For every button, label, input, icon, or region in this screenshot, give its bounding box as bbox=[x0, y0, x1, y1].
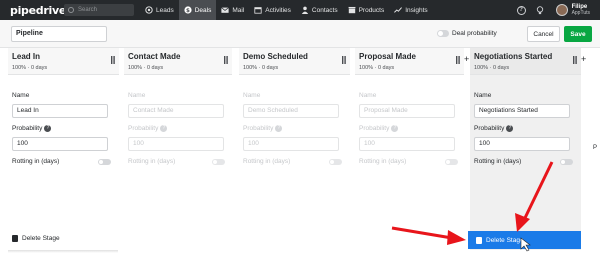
cursor-icon bbox=[520, 237, 531, 252]
arrow-from-above-icon bbox=[515, 161, 554, 232]
arrow-from-left-icon bbox=[391, 226, 466, 245]
annotation-arrows bbox=[391, 161, 554, 252]
